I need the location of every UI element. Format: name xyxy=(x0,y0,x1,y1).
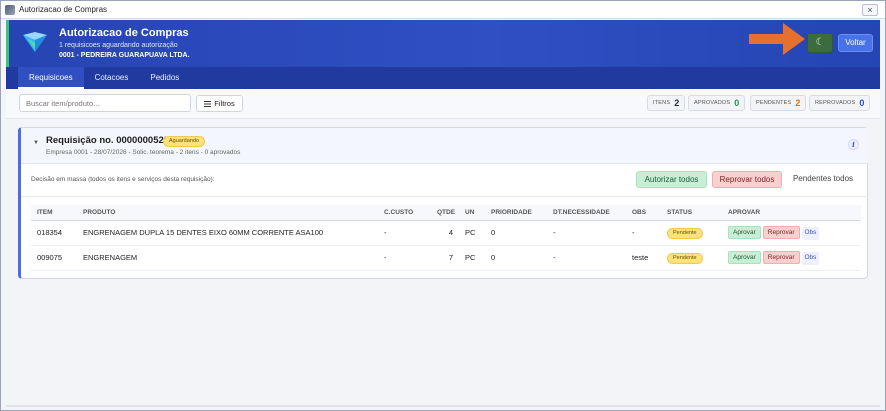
status-badge: Pendente xyxy=(667,252,703,264)
arrow-annotation-icon xyxy=(749,23,805,55)
stat-itens: ITENS 2 xyxy=(647,95,686,111)
approve-button[interactable]: Aprovar xyxy=(728,225,761,239)
cell-item: 009075 xyxy=(31,245,77,271)
cell-dt-necessidade: - xyxy=(547,245,626,271)
col-obs: OBS xyxy=(626,205,661,221)
col-prioridade: PRIORIDADE xyxy=(485,205,547,221)
logo-icon xyxy=(23,32,47,52)
col-item: ITEM xyxy=(31,205,77,221)
tab-bar: Requisicoes Cotacoes Pedidos xyxy=(6,67,880,89)
cell-un: PC xyxy=(459,220,485,246)
stat-pendentes: PENDENTES 2 xyxy=(750,95,807,111)
col-aprovar: APROVAR xyxy=(722,205,861,221)
cell-dt-necessidade: - xyxy=(547,220,626,246)
cell-status: Pendente xyxy=(661,220,722,246)
status-badge: Pendente xyxy=(667,227,703,239)
col-produto: PRODUTO xyxy=(77,205,378,221)
back-button[interactable]: Voltar xyxy=(838,34,873,52)
mass-decision-label: Decisão em massa (todos os itens e servi… xyxy=(31,176,215,183)
info-icon[interactable]: i xyxy=(848,139,859,150)
table-row: 018354 ENGRENAGEM DUPLA 15 DENTES EIXO 6… xyxy=(31,220,861,246)
cell-ccusto: - xyxy=(378,245,431,271)
table-header-row: ITEM PRODUTO C.CUSTO QTDE UN PRIORIDADE … xyxy=(31,205,861,221)
reject-button[interactable]: Reprovar xyxy=(762,250,800,264)
cell-item: 018354 xyxy=(31,220,77,246)
cell-ccusto: - xyxy=(378,220,431,246)
app-window: Autorizacao de Compras × Autorizacao de … xyxy=(0,0,886,411)
theme-toggle-button[interactable]: ☾ xyxy=(807,33,833,53)
requisition-card: ▼ Requisição no. 0000000528 Aguardando E… xyxy=(18,127,868,279)
company-name: 0001 - PEDREIRA GUARAPUAVA LTDA. xyxy=(59,52,190,59)
table-row: 009075 ENGRENAGEM - 7 PC 0 - teste Pende… xyxy=(31,245,861,271)
bottom-divider xyxy=(6,405,880,407)
cell-produto: ENGRENAGEM xyxy=(77,245,378,271)
reject-all-button[interactable]: Reprovar todos xyxy=(712,171,782,188)
window-title: Autorizacao de Compras xyxy=(19,5,108,14)
col-qtde: QTDE xyxy=(431,205,459,221)
obs-button[interactable]: Obs xyxy=(801,251,820,265)
authorize-all-button[interactable]: Autorizar todos xyxy=(636,171,707,188)
status-badge: Aguardando xyxy=(163,136,205,147)
tab-requisicoes[interactable]: Requisicoes xyxy=(18,67,84,89)
cell-prioridade: 0 xyxy=(485,220,547,246)
moon-icon: ☾ xyxy=(815,37,825,48)
cell-qtde: 4 xyxy=(431,220,459,246)
requisition-subtitle: Empresa 0001 - 28/07/2026 - Solic. teore… xyxy=(46,149,241,156)
col-status: STATUS xyxy=(661,205,722,221)
pending-summary: 1 requisicoes aguardando autorização xyxy=(59,42,178,49)
search-input[interactable] xyxy=(19,94,191,112)
cell-prioridade: 0 xyxy=(485,245,547,271)
cell-obs: - xyxy=(626,220,661,246)
close-icon[interactable]: × xyxy=(862,4,878,16)
col-ccusto: C.CUSTO xyxy=(378,205,431,221)
col-un: UN xyxy=(459,205,485,221)
stat-reprovados: REPROVADOS 0 xyxy=(809,95,871,111)
reject-button[interactable]: Reprovar xyxy=(762,225,800,239)
tab-cotacoes[interactable]: Cotacoes xyxy=(84,67,140,89)
requisition-header[interactable]: ▼ Requisição no. 0000000528 Aguardando E… xyxy=(21,128,868,164)
cell-aprovar: Aprovar Reprovar Obs xyxy=(722,220,861,246)
requisition-title: Requisição no. 0000000528 xyxy=(46,135,170,146)
app-icon xyxy=(5,4,15,15)
page-title: Autorizacao de Compras xyxy=(59,27,189,39)
filter-button-label: Filtros xyxy=(214,99,235,108)
mass-decision-row: Decisão em massa (todos os itens e servi… xyxy=(21,164,868,197)
cell-qtde: 7 xyxy=(431,245,459,271)
col-dt-necessidade: DT.NECESSIDADE xyxy=(547,205,626,221)
toolbar: Filtros ITENS 2 APROVADOS 0 PENDENTES 2 … xyxy=(6,89,880,119)
cell-aprovar: Aprovar Reprovar Obs xyxy=(722,245,861,271)
obs-button[interactable]: Obs xyxy=(801,226,820,240)
pending-all-button[interactable]: Pendentes todos xyxy=(788,171,858,188)
chevron-down-icon[interactable]: ▼ xyxy=(33,140,39,146)
filter-icon xyxy=(204,100,212,107)
approve-button[interactable]: Aprovar xyxy=(728,250,761,264)
cell-status: Pendente xyxy=(661,245,722,271)
window-titlebar: Autorizacao de Compras × xyxy=(1,1,885,19)
cell-un: PC xyxy=(459,245,485,271)
items-table: ITEM PRODUTO C.CUSTO QTDE UN PRIORIDADE … xyxy=(31,205,861,271)
cell-obs: teste xyxy=(626,245,661,271)
filter-button[interactable]: Filtros xyxy=(196,95,243,112)
stat-aprovados: APROVADOS 0 xyxy=(688,95,746,111)
tab-pedidos[interactable]: Pedidos xyxy=(139,67,190,89)
cell-produto: ENGRENAGEM DUPLA 15 DENTES EIXO 60MM COR… xyxy=(77,220,378,246)
